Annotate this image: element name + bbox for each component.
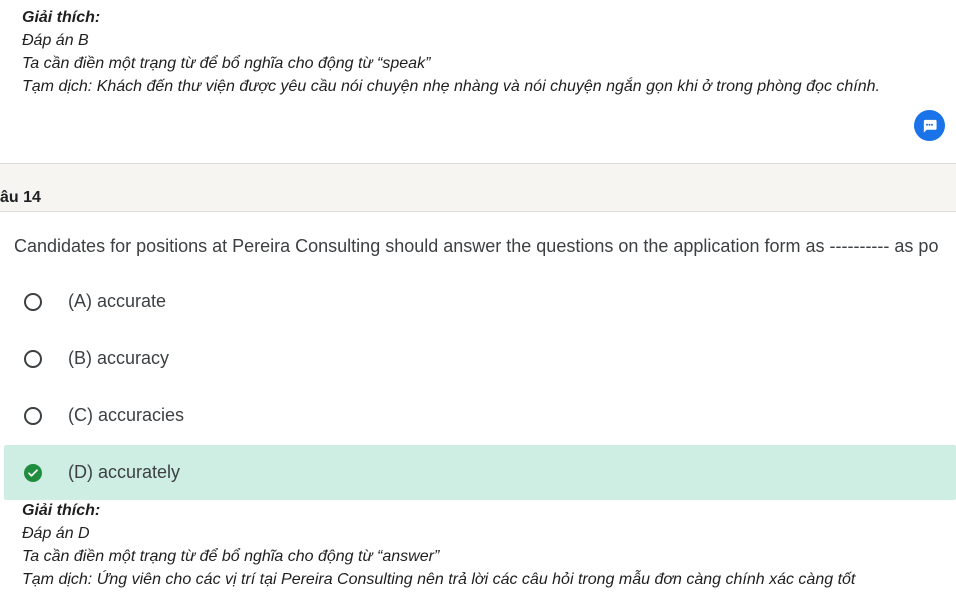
- check-circle-icon[interactable]: [24, 463, 42, 482]
- previous-explanation: Giải thích: Đáp án B Ta cần điền một trạ…: [22, 6, 880, 98]
- explanation-reason: Ta cần điền một trạng từ để bổ nghĩa cho…: [22, 55, 431, 72]
- question-text: Candidates for positions at Pereira Cons…: [14, 236, 939, 256]
- radio-unchecked-icon[interactable]: [24, 349, 42, 368]
- chat-bubble-icon: [923, 119, 937, 133]
- explanation-translation: Tạm dịch: Ứng viên cho các vị trí tại Pe…: [22, 571, 856, 588]
- explanation-translation: Tạm dịch: Khách đến thư viện được yêu cầ…: [22, 78, 880, 95]
- answer-option-label: (C) accuracies: [68, 405, 185, 425]
- radio-unchecked-icon[interactable]: [24, 406, 42, 425]
- answer-option-label: (D) accurately: [68, 462, 181, 482]
- answer-option-d-correct[interactable]: (D) accurately: [4, 445, 956, 500]
- explanation-answer: Đáp án B: [22, 32, 89, 49]
- chat-button[interactable]: [914, 110, 945, 141]
- question-divider: [0, 163, 956, 212]
- answer-option-c[interactable]: (C) accuracies: [4, 388, 956, 443]
- explanation-title: Giải thích:: [22, 502, 101, 519]
- quiz-page: Giải thích: Đáp án B Ta cần điền một trạ…: [0, 0, 956, 604]
- answer-option-label: (A) accurate: [68, 291, 167, 311]
- explanation-reason: Ta cần điền một trạng từ để bổ nghĩa cho…: [22, 548, 440, 565]
- answer-option-a[interactable]: (A) accurate: [4, 274, 956, 329]
- explanation-title: Giải thích:: [22, 9, 101, 26]
- answer-option-label: (B) accuracy: [68, 348, 170, 368]
- answer-explanation: Giải thích: Đáp án D Ta cần điền một trạ…: [22, 499, 855, 591]
- answer-option-b[interactable]: (B) accuracy: [4, 331, 956, 386]
- question-number: âu 14: [0, 189, 41, 206]
- radio-unchecked-icon[interactable]: [24, 292, 42, 311]
- explanation-answer: Đáp án D: [22, 525, 90, 542]
